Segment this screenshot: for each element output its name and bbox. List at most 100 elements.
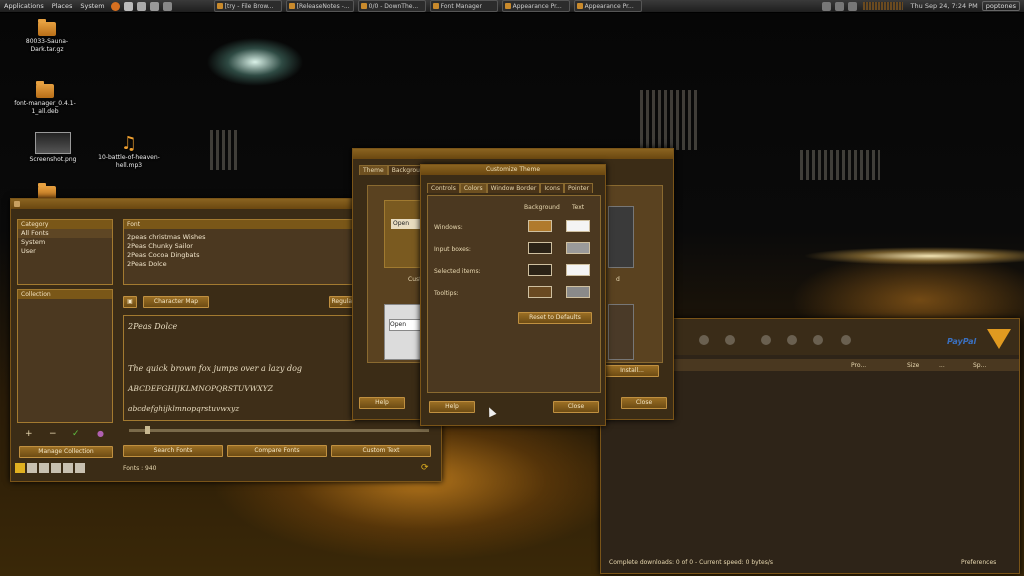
tab-icons[interactable]: Icons: [540, 183, 564, 193]
paypal-logo[interactable]: PayPal: [947, 337, 976, 346]
tab-pointer[interactable]: Pointer: [563, 183, 594, 193]
desktop-icon-font-manager-deb[interactable]: font-manager_0.4.1-1_all.deb: [10, 81, 80, 116]
reset-to-defaults-button[interactable]: Reset to Defaults: [518, 312, 592, 324]
column-speed[interactable]: Sp...: [973, 362, 986, 369]
task-appearance-2[interactable]: Appearance Pr...: [573, 0, 642, 12]
task-file-browser[interactable]: [try - File Brow...: [213, 0, 282, 12]
home-icon[interactable]: [123, 1, 133, 11]
tooltips-background-swatch[interactable]: [528, 286, 552, 298]
desktop-icon-mp3[interactable]: ♫ 10-battle-of-heaven-hell.mp3: [94, 134, 164, 170]
appearance-titlebar[interactable]: [353, 149, 673, 159]
manage-collection-button[interactable]: Manage Collection: [19, 446, 113, 458]
appearance-help-button[interactable]: Help: [359, 397, 405, 409]
windows-text-swatch[interactable]: [566, 220, 590, 232]
font-list-item[interactable]: 2Peas Dolce: [124, 260, 354, 269]
task-font-manager[interactable]: Font Manager: [429, 0, 498, 12]
custom-text-button[interactable]: Custom Text: [331, 445, 431, 457]
font-list-item[interactable]: 2Peas Chunky Sailor: [124, 242, 354, 251]
desktop-icon-screenshot[interactable]: Screenshot.png: [18, 132, 88, 164]
desktop-icon-label: 80033-Sauna-Dark.tar.gz: [25, 38, 69, 53]
user-switcher[interactable]: poptones: [981, 1, 1020, 11]
column-more[interactable]: ...: [939, 362, 945, 369]
task-release-notes[interactable]: [ReleaseNotes -...: [285, 0, 354, 12]
menu-places[interactable]: Places: [48, 2, 77, 10]
preferences-icon[interactable]: [75, 463, 85, 473]
preferences-button[interactable]: Preferences: [961, 559, 996, 566]
customize-tabs: Controls Colors Window Border Icons Pointer: [427, 183, 594, 193]
power-icon[interactable]: [847, 1, 857, 11]
add-collection-button[interactable]: +: [25, 429, 33, 439]
category-all-fonts[interactable]: All Fonts: [18, 229, 112, 238]
tab-colors[interactable]: Colors: [459, 183, 487, 193]
remove-collection-button[interactable]: −: [49, 429, 57, 439]
customize-help-button[interactable]: Help: [429, 401, 475, 413]
move-up-icon[interactable]: [787, 335, 797, 345]
tab-window-border[interactable]: Window Border: [486, 183, 541, 193]
size-slider-thumb[interactable]: [145, 426, 150, 434]
windows-background-swatch[interactable]: [528, 220, 552, 232]
text-column-header: Text: [572, 204, 585, 211]
font-list-item[interactable]: 2peas christmas Wishes: [124, 233, 354, 242]
move-down-icon[interactable]: [813, 335, 823, 345]
category-user[interactable]: User: [18, 247, 112, 256]
collection-header: Collection: [18, 290, 112, 299]
task-label: [try - File Brow...: [224, 2, 274, 10]
system-monitor-graph[interactable]: [862, 2, 903, 10]
input-background-swatch[interactable]: [528, 242, 552, 254]
column-size[interactable]: Size: [907, 362, 919, 369]
export-icon[interactable]: [39, 463, 49, 473]
firefox-icon[interactable]: [110, 1, 120, 11]
font-book-icon[interactable]: [27, 463, 37, 473]
fonts-count: Fonts : 940: [123, 465, 157, 472]
music-icon: ♫: [120, 133, 138, 154]
font-list-item[interactable]: 2Peas Cocoa Dingbats: [124, 251, 354, 260]
tooltips-text-swatch[interactable]: [566, 286, 590, 298]
menu-applications[interactable]: Applications: [0, 2, 48, 10]
save-icon[interactable]: [63, 463, 73, 473]
disable-collection-button[interactable]: ●: [97, 429, 104, 438]
star-icon[interactable]: [15, 463, 25, 473]
input-text-swatch[interactable]: [566, 242, 590, 254]
editor-icon[interactable]: [162, 1, 172, 11]
tab-theme[interactable]: Theme: [359, 165, 388, 175]
category-system[interactable]: System: [18, 238, 112, 247]
customize-close-button[interactable]: Close: [553, 401, 599, 413]
menu-system[interactable]: System: [76, 2, 108, 10]
task-label: 0/0 - DownThe...: [368, 2, 419, 10]
theme-preview-dark-2[interactable]: [608, 304, 634, 360]
terminal-icon[interactable]: [149, 1, 159, 11]
selected-background-swatch[interactable]: [528, 264, 552, 276]
task-label: Appearance Pr...: [512, 2, 562, 10]
task-label: Appearance Pr...: [584, 2, 634, 10]
window-menu-icon[interactable]: [14, 201, 20, 207]
column-progress[interactable]: Pro...: [851, 362, 866, 369]
mail-icon[interactable]: [136, 1, 146, 11]
task-appearance-1[interactable]: Appearance Pr...: [501, 0, 570, 12]
tab-controls[interactable]: Controls: [427, 183, 460, 193]
desktop-icon-sauna-theme[interactable]: 80033-Sauna-Dark.tar.gz: [12, 19, 82, 54]
city-lights: [800, 150, 880, 180]
character-map-button[interactable]: Character Map: [143, 296, 209, 308]
compare-fonts-button[interactable]: Compare Fonts: [227, 445, 327, 457]
task-downloader[interactable]: 0/0 - DownThe...: [357, 0, 426, 12]
font-info-button[interactable]: ▣: [123, 296, 137, 308]
refresh-icon[interactable]: ⟳: [421, 463, 429, 473]
print-icon[interactable]: [51, 463, 61, 473]
network-icon[interactable]: [821, 1, 831, 11]
volume-icon[interactable]: [834, 1, 844, 11]
theme-preview-dark[interactable]: [608, 206, 634, 268]
move-top-icon[interactable]: [761, 335, 771, 345]
move-bottom-icon[interactable]: [841, 335, 851, 345]
selected-text-swatch[interactable]: [566, 264, 590, 276]
pause-icon[interactable]: [699, 335, 709, 345]
install-theme-button[interactable]: Install...: [605, 365, 659, 377]
cancel-icon[interactable]: [725, 335, 735, 345]
size-slider[interactable]: [129, 429, 429, 432]
selected-items-color-label: Selected items:: [434, 268, 481, 275]
search-fonts-button[interactable]: Search Fonts: [123, 445, 223, 457]
clock[interactable]: Thu Sep 24, 7:24 PM: [907, 2, 982, 10]
appearance-close-button[interactable]: Close: [621, 397, 667, 409]
enable-collection-button[interactable]: ✓: [72, 429, 80, 439]
customize-theme-titlebar[interactable]: Customize Theme: [421, 165, 605, 175]
desktop-icon-label: 10-battle-of-heaven-hell.mp3: [98, 154, 160, 169]
